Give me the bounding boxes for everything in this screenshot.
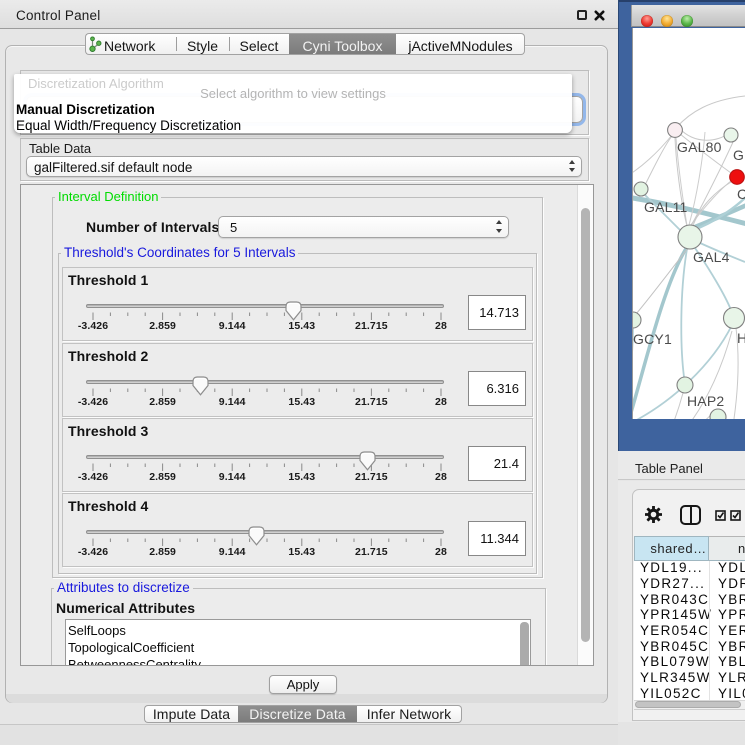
svg-text:GAL11: GAL11 — [644, 199, 688, 215]
svg-text:C: C — [737, 186, 745, 202]
svg-text:G: G — [733, 147, 744, 163]
svg-text:H: H — [737, 330, 745, 346]
svg-text:GAL80: GAL80 — [677, 139, 722, 155]
svg-text:GCY1: GCY1 — [633, 331, 672, 347]
svg-text:GAL4: GAL4 — [693, 249, 730, 265]
svg-text:HAP2: HAP2 — [687, 393, 724, 409]
